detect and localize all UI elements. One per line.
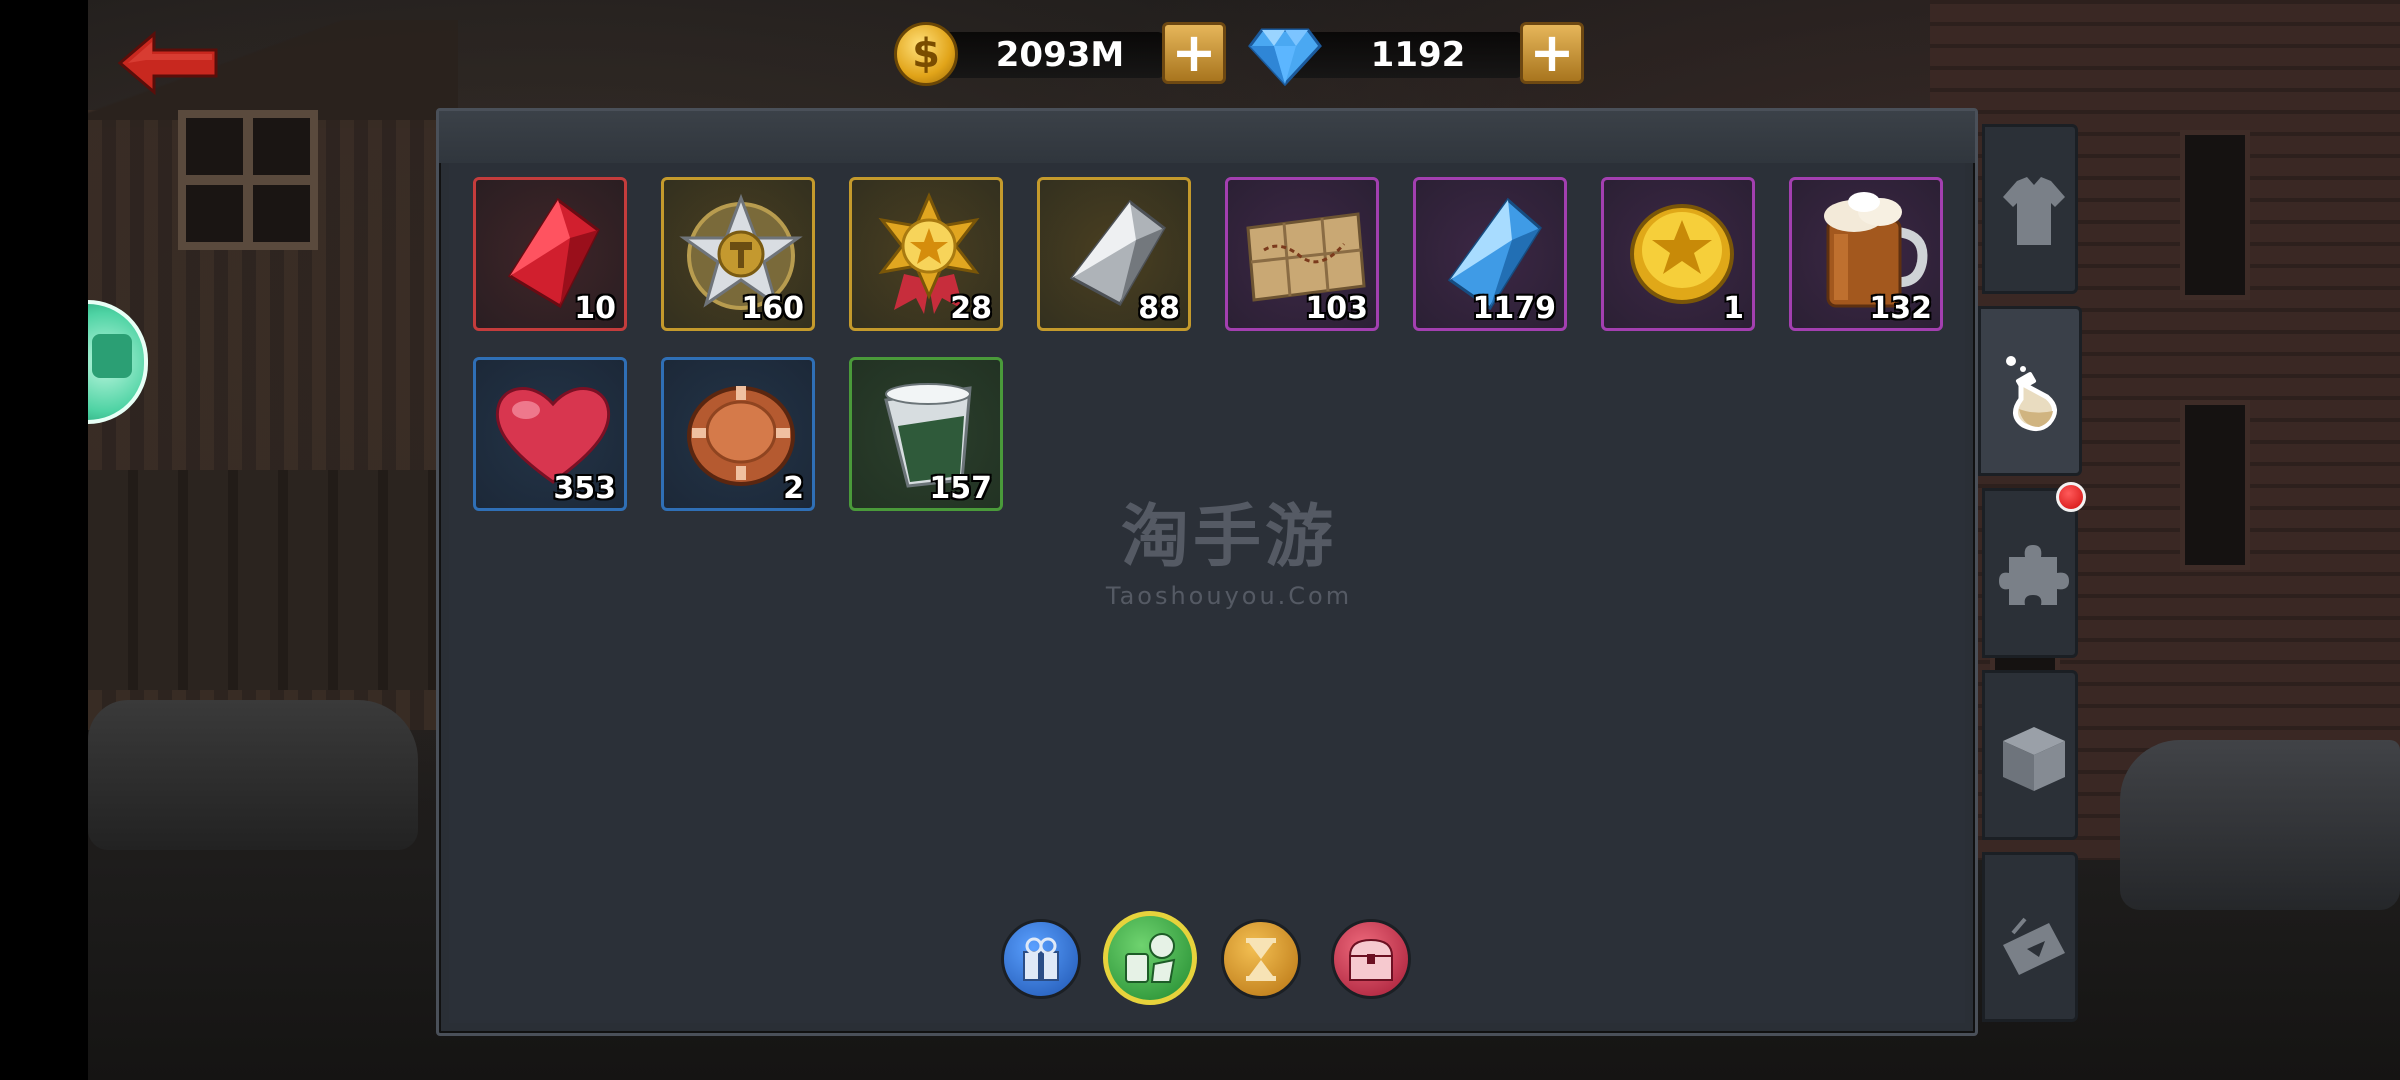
hourglass-icon	[1246, 938, 1276, 981]
item-count: 160	[741, 291, 804, 326]
box-icon	[2003, 727, 2065, 791]
add-gold-button[interactable]: +	[1162, 22, 1226, 84]
gift-box-icon	[1023, 937, 1059, 981]
consumables-icon	[1125, 933, 1176, 983]
house-window	[178, 110, 318, 250]
item-count: 2	[783, 471, 804, 506]
puzzle-piece-icon	[1999, 545, 2069, 605]
item-slot[interactable]: 28	[849, 177, 1003, 331]
item-count: 353	[553, 471, 616, 506]
potion-icon	[2006, 356, 2057, 431]
watermark-chinese: 淘手游	[1120, 498, 1337, 577]
gold-amount: 2093M	[995, 35, 1125, 75]
gem-currency: 1192 +	[1248, 18, 1588, 88]
wrecked-car-left	[88, 700, 418, 850]
item-count: 1	[1723, 291, 1744, 326]
item-count: 28	[950, 291, 992, 326]
item-count: 132	[1869, 291, 1932, 326]
gold-currency: 2093M $ +	[890, 18, 1230, 88]
category-timers-button[interactable]	[1221, 919, 1301, 999]
gem-amount: 1192	[1370, 35, 1466, 75]
tab-tickets[interactable]	[1982, 852, 2078, 1022]
item-slot[interactable]: 2	[661, 357, 815, 511]
item-slot[interactable]: 88	[1037, 177, 1191, 331]
house-porch	[88, 470, 448, 690]
shirt-icon	[2003, 177, 2065, 245]
item-count: 103	[1305, 291, 1368, 326]
diamond-icon	[1248, 28, 1322, 86]
watermark-english: Taoshouyou.Com	[1105, 582, 1353, 610]
wrecked-car-right	[2120, 740, 2400, 910]
item-slot[interactable]: 353	[473, 357, 627, 511]
category-gifts-button[interactable]	[1001, 919, 1081, 999]
category-chests-button[interactable]	[1331, 919, 1411, 999]
item-slot[interactable]: 132	[1789, 177, 1943, 331]
back-button[interactable]	[116, 30, 220, 96]
panel-header	[439, 111, 1975, 163]
item-slot[interactable]: 1179	[1413, 177, 1567, 331]
treasure-chest-icon	[1348, 938, 1394, 981]
inventory-panel: 淘手游 Taoshouyou.Com 10 160 28 88 103 1179…	[436, 108, 1978, 1036]
tab-items[interactable]	[1978, 306, 2082, 476]
tab-outfits[interactable]	[1982, 124, 2078, 294]
category-consumables-button[interactable]	[1103, 911, 1197, 1005]
item-count: 10	[574, 291, 616, 326]
watermark: 淘手游 Taoshouyou.Com	[1079, 481, 1379, 610]
notification-dot	[2056, 482, 2086, 512]
item-count: 157	[929, 471, 992, 506]
item-slot[interactable]: 10	[473, 177, 627, 331]
back-arrow-icon	[117, 30, 218, 96]
item-slot[interactable]: 157	[849, 357, 1003, 511]
coin-icon: $	[894, 22, 958, 86]
building-window	[2180, 400, 2250, 570]
item-slot[interactable]: 103	[1225, 177, 1379, 331]
building-window	[2180, 130, 2250, 300]
assistant-face-icon	[92, 334, 132, 378]
ticket-icon	[2003, 917, 2065, 975]
item-count: 88	[1138, 291, 1180, 326]
tab-boxes[interactable]	[1982, 670, 2078, 840]
item-slot[interactable]: 1	[1601, 177, 1755, 331]
item-count: 1179	[1472, 291, 1557, 326]
tab-fragments[interactable]	[1982, 488, 2078, 658]
item-slot[interactable]: 160	[661, 177, 815, 331]
category-bar	[1001, 911, 1431, 1005]
add-gems-button[interactable]: +	[1520, 22, 1584, 84]
